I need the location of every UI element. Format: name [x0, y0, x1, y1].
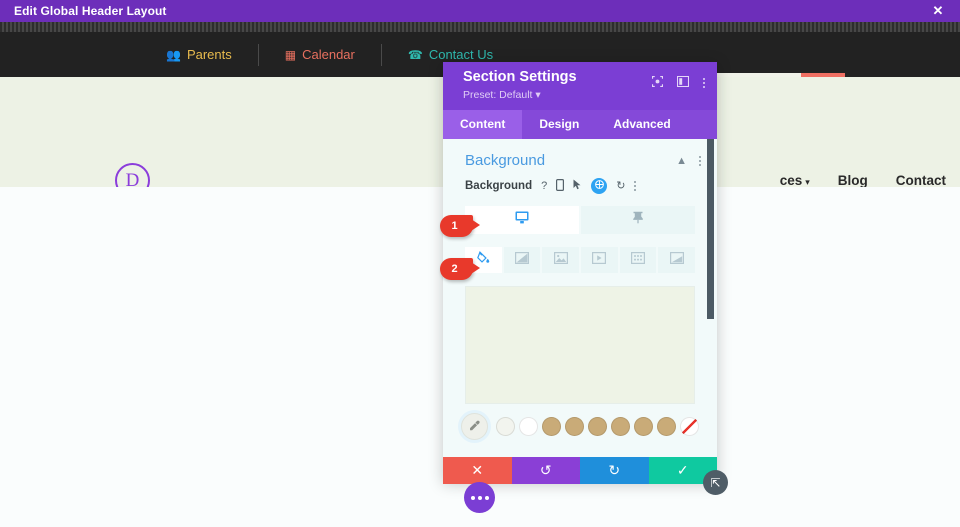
mobile-icon[interactable] [556, 179, 564, 194]
background-type-row [465, 247, 695, 273]
background-field-row: Background ? [443, 175, 717, 194]
resize-handle-icon[interactable]: ⇱ [703, 470, 728, 495]
discard-button[interactable]: ✕ [443, 457, 512, 484]
nav-item-services-label: ces [780, 173, 803, 188]
utility-link-contact-label: Contact Us [429, 47, 493, 62]
fullscreen-icon[interactable] [652, 74, 663, 92]
background-color-preview[interactable] [465, 286, 695, 404]
color-swatch[interactable] [519, 417, 538, 436]
background-type-image[interactable] [542, 247, 579, 273]
phone-icon: ☎ [408, 49, 423, 61]
modal-header-icons [652, 74, 705, 92]
nav-item-blog[interactable]: Blog [824, 173, 882, 188]
utility-link-parents-label: Parents [187, 47, 232, 62]
users-icon: 👥 [166, 49, 181, 61]
overflow-menu-icon[interactable] [634, 181, 636, 191]
color-swatch[interactable] [565, 417, 584, 436]
color-swatch[interactable] [542, 417, 561, 436]
background-field-label: Background [465, 180, 532, 192]
screen: Edit Global Header Layout ✕ 👥 Parents ▦ … [0, 0, 960, 527]
modal-action-bar: ✕ ↺ ↻ ✓ [443, 457, 717, 484]
section-settings-modal: Section Settings Preset: Default ▾ [443, 62, 717, 482]
split-view-icon[interactable] [677, 74, 689, 92]
mask-icon [670, 251, 684, 269]
device-tab-desktop[interactable] [465, 206, 579, 234]
more-options-button[interactable] [464, 482, 495, 513]
responsive-icon[interactable] [591, 178, 607, 194]
background-section-controls: ▲ [676, 155, 701, 167]
striped-divider [0, 22, 960, 32]
device-tab-row [465, 206, 695, 234]
modal-tabs: Content Design Advanced [443, 110, 717, 139]
background-section-title: Background [465, 152, 545, 169]
redo-icon: ↻ [608, 462, 620, 479]
close-icon: ✕ [471, 462, 483, 479]
eyedropper-icon[interactable] [461, 413, 488, 440]
background-type-pattern[interactable] [620, 247, 657, 273]
utility-link-parents[interactable]: 👥 Parents [140, 44, 258, 66]
help-icon[interactable]: ? [541, 181, 547, 192]
color-swatch[interactable] [611, 417, 630, 436]
nav-item-contact-label: Contact [896, 173, 946, 188]
cursor-icon[interactable] [573, 179, 582, 193]
background-section-header: Background ▲ [443, 139, 717, 175]
image-icon [554, 251, 568, 269]
calendar-icon: ▦ [285, 49, 296, 61]
device-tab-hover[interactable] [581, 206, 695, 234]
utility-link-calendar-label: Calendar [302, 47, 355, 62]
color-swatch[interactable] [496, 417, 515, 436]
tab-content[interactable]: Content [443, 110, 522, 139]
tab-design[interactable]: Design [522, 110, 596, 139]
utility-link-calendar[interactable]: ▦ Calendar [259, 44, 381, 66]
modal-body: Background ▲ Background ? [443, 139, 717, 482]
nav-item-services[interactable]: ces▾ [766, 173, 824, 188]
modal-header: Section Settings Preset: Default ▾ [443, 62, 717, 110]
desktop-icon [515, 211, 529, 229]
reset-icon[interactable]: ↻ [616, 181, 625, 192]
gradient-icon [515, 251, 529, 269]
overflow-menu-icon[interactable] [703, 78, 705, 88]
background-type-gradient[interactable] [504, 247, 541, 273]
color-swatch[interactable] [588, 417, 607, 436]
window-title-bar: Edit Global Header Layout ✕ [0, 0, 960, 22]
background-type-video[interactable] [581, 247, 618, 273]
undo-button[interactable]: ↺ [512, 457, 581, 484]
tab-advanced[interactable]: Advanced [596, 110, 687, 139]
nav-item-blog-label: Blog [838, 173, 868, 188]
color-swatch[interactable] [634, 417, 653, 436]
color-swatch[interactable] [657, 417, 676, 436]
overflow-menu-icon[interactable] [699, 156, 701, 166]
undo-icon: ↺ [540, 462, 552, 479]
color-swatch-none[interactable] [680, 417, 699, 436]
chevron-down-icon: ▾ [805, 177, 810, 187]
background-type-mask[interactable] [658, 247, 695, 273]
window-title: Edit Global Header Layout [14, 4, 167, 18]
vertical-scrollbar[interactable] [707, 139, 714, 319]
video-icon [592, 251, 606, 269]
callout-badge-1: 1 [440, 215, 473, 237]
nav-item-contact[interactable]: Contact [882, 173, 960, 188]
close-icon[interactable]: ✕ [930, 3, 946, 19]
pin-icon [632, 211, 644, 229]
check-icon: ✓ [677, 462, 689, 479]
pattern-icon [631, 251, 645, 269]
chevron-up-icon[interactable]: ▲ [676, 155, 687, 167]
color-swatch-row [461, 413, 695, 440]
callout-badge-2: 2 [440, 258, 473, 280]
redo-button[interactable]: ↻ [580, 457, 649, 484]
